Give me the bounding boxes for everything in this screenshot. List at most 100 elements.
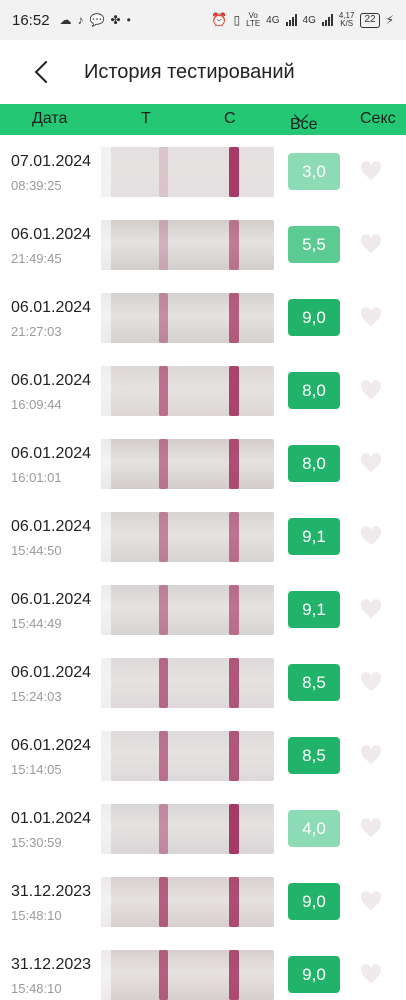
test-strip-image[interactable] [101, 512, 274, 562]
score-badge[interactable]: 9,1 [288, 518, 340, 555]
strip-edge [101, 731, 111, 781]
cloud-icon: ☁ [59, 13, 72, 27]
strip-t-line [159, 804, 168, 854]
test-strip-image[interactable] [101, 585, 274, 635]
score-badge[interactable]: 9,0 [288, 956, 340, 993]
test-row[interactable]: 06.01.2024 21:49:45 5,5 [0, 208, 406, 281]
test-strip-image[interactable] [101, 439, 274, 489]
test-strip-image[interactable] [101, 147, 274, 197]
page-title: История тестирований [84, 60, 295, 83]
test-row[interactable]: 06.01.2024 16:09:44 8,0 [0, 354, 406, 427]
app-bar: История тестирований [0, 40, 406, 104]
heart-icon[interactable] [360, 453, 382, 473]
sig1-label: 4G [266, 14, 280, 26]
battery-level: 22 [364, 13, 376, 25]
test-row[interactable]: 06.01.2024 15:14:05 8,5 [0, 719, 406, 792]
strip-c-line [229, 731, 239, 781]
row-date: 06.01.2024 [11, 664, 92, 681]
test-strip-image[interactable] [101, 658, 274, 708]
heart-icon[interactable] [360, 818, 382, 838]
test-row[interactable]: 07.01.2024 08:39:25 3,0 [0, 135, 406, 208]
strip-c-line [229, 658, 239, 708]
test-row[interactable]: 31.12.2023 15:48:10 9,0 [0, 938, 406, 1000]
back-arrow-icon[interactable] [28, 57, 58, 87]
test-row[interactable]: 01.01.2024 15:30:59 4,0 [0, 792, 406, 865]
score-badge[interactable]: 9,0 [288, 299, 340, 336]
strip-c-line [229, 877, 239, 927]
heart-icon[interactable] [360, 745, 382, 765]
test-strip-image[interactable] [101, 731, 274, 781]
column-sex: Секс [360, 110, 396, 127]
strip-t-line [159, 731, 168, 781]
status-bar: 16:52 ☁ ♪ 💬 ✤ • ⏰ ▯ Vo LTE 4G 4G 4,17 K/… [0, 0, 406, 40]
test-strip-image[interactable] [101, 804, 274, 854]
heart-icon[interactable] [360, 672, 382, 692]
score-badge[interactable]: 8,0 [288, 372, 340, 409]
row-time: 08:39:25 [11, 178, 62, 193]
heart-icon[interactable] [360, 526, 382, 546]
test-strip-image[interactable] [101, 877, 274, 927]
strip-c-line [229, 950, 239, 1000]
row-time: 16:09:44 [11, 397, 62, 412]
row-date: 07.01.2024 [11, 153, 92, 170]
score-badge[interactable]: 5,5 [288, 226, 340, 263]
test-strip-image[interactable] [101, 366, 274, 416]
notification-icons: ☁ ♪ 💬 ✤ • [60, 13, 131, 27]
test-strip-image[interactable] [101, 220, 274, 270]
test-row[interactable]: 06.01.2024 16:01:01 8,0 [0, 427, 406, 500]
heart-icon[interactable] [360, 234, 382, 254]
status-time: 16:52 [12, 11, 50, 29]
test-row[interactable]: 06.01.2024 15:24:03 8,5 [0, 646, 406, 719]
row-date: 06.01.2024 [11, 299, 92, 316]
strip-t-line [159, 147, 168, 197]
speed-unit: K/S [340, 19, 354, 28]
strip-edge [101, 804, 111, 854]
test-history-list: 07.01.2024 08:39:25 3,0 06.01.2024 21:49… [0, 135, 406, 1000]
clover-icon: ✤ [110, 13, 121, 27]
test-strip-image[interactable] [101, 293, 274, 343]
test-row[interactable]: 06.01.2024 15:44:50 9,1 [0, 500, 406, 573]
heart-icon[interactable] [360, 161, 382, 181]
test-row[interactable]: 06.01.2024 15:44:49 9,1 [0, 573, 406, 646]
strip-c-line [229, 439, 239, 489]
charging-icon: ⚡ [385, 13, 394, 27]
score-badge[interactable]: 4,0 [288, 810, 340, 847]
signal-icon [285, 14, 297, 26]
score-badge[interactable]: 8,0 [288, 445, 340, 482]
heart-icon[interactable] [360, 380, 382, 400]
battery-icon: 22 [360, 12, 380, 28]
row-date: 06.01.2024 [11, 226, 92, 243]
score-badge[interactable]: 9,1 [288, 591, 340, 628]
heart-icon[interactable] [360, 964, 382, 984]
column-date: Дата [32, 110, 68, 127]
row-date: 31.12.2023 [11, 956, 92, 973]
chat-icon: 💬 [89, 13, 105, 27]
test-row[interactable]: 06.01.2024 21:27:03 9,0 [0, 281, 406, 354]
strip-t-line [159, 512, 168, 562]
score-badge[interactable]: 3,0 [288, 153, 340, 190]
score-badge[interactable]: 8,5 [288, 737, 340, 774]
strip-edge [101, 293, 111, 343]
score-badge[interactable]: 9,0 [288, 883, 340, 920]
strip-t-line [159, 585, 168, 635]
heart-icon[interactable] [360, 307, 382, 327]
row-time: 15:24:03 [11, 689, 62, 704]
heart-icon[interactable] [360, 599, 382, 619]
table-header: Дата T C Все Секс [0, 104, 406, 135]
row-time: 15:48:10 [11, 981, 62, 996]
strip-t-line [159, 950, 168, 1000]
test-strip-image[interactable] [101, 950, 274, 1000]
row-date: 06.01.2024 [11, 591, 92, 608]
strip-c-line [229, 512, 239, 562]
score-badge[interactable]: 8,5 [288, 664, 340, 701]
test-row[interactable]: 31.12.2023 15:48:10 9,0 [0, 865, 406, 938]
strip-t-line [159, 293, 168, 343]
row-date: 06.01.2024 [11, 372, 92, 389]
status-right: ⏰ ▯ Vo LTE 4G 4G 4,17 K/S 22 ⚡ [211, 12, 394, 28]
heart-icon[interactable] [360, 891, 382, 911]
column-t: T [141, 110, 151, 127]
strip-c-line [229, 585, 239, 635]
strip-edge [101, 950, 111, 1000]
strip-c-line [229, 147, 239, 197]
volte-label: Vo LTE [246, 11, 261, 28]
